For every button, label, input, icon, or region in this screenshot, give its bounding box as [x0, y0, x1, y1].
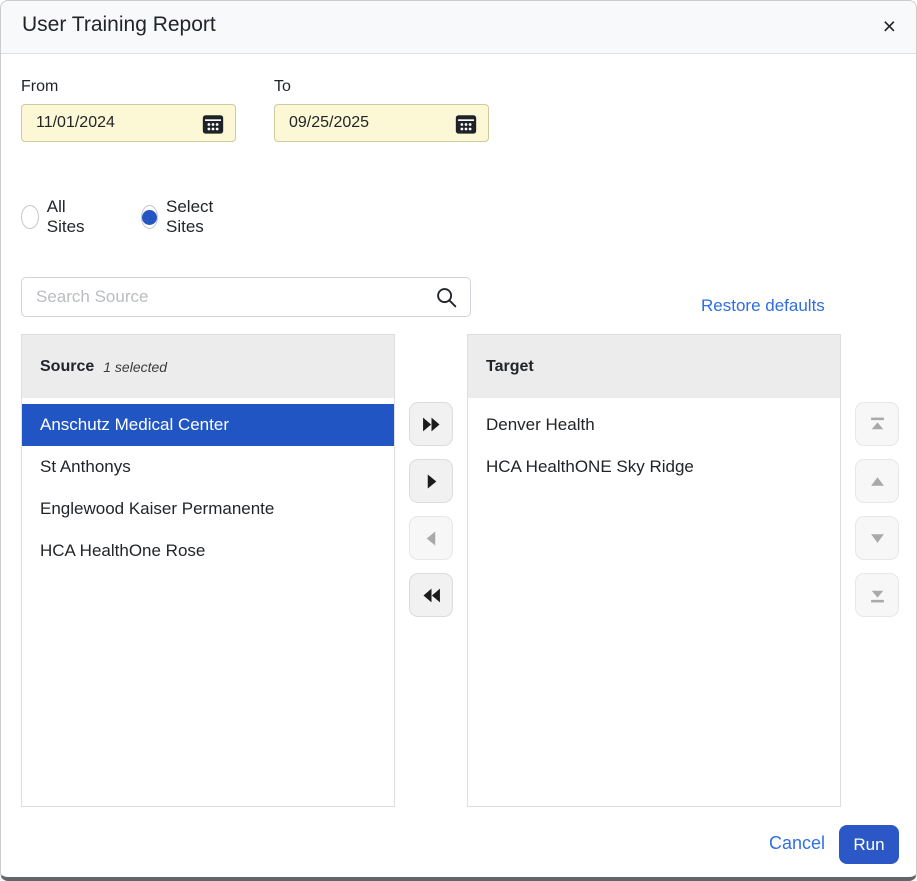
calendar-icon[interactable] — [455, 113, 477, 135]
to-label: To — [274, 78, 291, 96]
cancel-button[interactable]: Cancel — [769, 833, 825, 854]
list-item[interactable]: HCA HealthOne Rose — [22, 530, 394, 572]
source-panel: Source 1 selected Anschutz Medical Cente… — [21, 334, 395, 807]
from-label: From — [21, 78, 58, 96]
radio-circle-icon[interactable] — [21, 205, 39, 229]
radio-all-sites-label: All Sites — [47, 197, 91, 237]
list-item[interactable]: Englewood Kaiser Permanente — [22, 488, 394, 530]
move-all-left-button[interactable] — [409, 573, 453, 617]
move-to-bottom-button[interactable] — [855, 573, 899, 617]
target-panel-title: Target — [486, 358, 534, 376]
restore-defaults-link[interactable]: Restore defaults — [701, 296, 825, 316]
radio-circle-icon[interactable] — [141, 205, 158, 229]
move-down-button[interactable] — [855, 516, 899, 560]
target-panel: Target Denver Health HCA HealthONE Sky R… — [467, 334, 841, 807]
run-button[interactable]: Run — [839, 825, 899, 864]
radio-all-sites[interactable]: All Sites — [21, 197, 91, 237]
source-panel-header: Source 1 selected — [22, 335, 394, 401]
user-training-report-dialog: User Training Report × From To — [0, 0, 917, 881]
search-input[interactable] — [22, 278, 470, 316]
move-up-button[interactable] — [855, 459, 899, 503]
source-list: Anschutz Medical Center St Anthonys Engl… — [22, 404, 394, 806]
dialog-header: User Training Report × — [1, 1, 916, 54]
list-item[interactable]: HCA HealthONE Sky Ridge — [468, 446, 840, 488]
from-date-field[interactable] — [21, 104, 236, 142]
source-panel-title: Source — [40, 358, 94, 376]
move-all-right-button[interactable] — [409, 402, 453, 446]
radio-select-sites-label: Select Sites — [166, 197, 220, 237]
radio-select-sites[interactable]: Select Sites — [141, 197, 220, 237]
move-left-button[interactable] — [409, 516, 453, 560]
to-date-field[interactable] — [274, 104, 489, 142]
target-panel-header: Target — [468, 335, 840, 401]
close-icon[interactable]: × — [883, 12, 896, 40]
move-right-button[interactable] — [409, 459, 453, 503]
list-item[interactable]: Anschutz Medical Center — [22, 404, 394, 446]
search-icon[interactable] — [436, 287, 457, 308]
move-to-top-button[interactable] — [855, 402, 899, 446]
dialog-title: User Training Report — [22, 13, 216, 37]
target-list: Denver Health HCA HealthONE Sky Ridge — [468, 404, 840, 806]
source-selected-count: 1 selected — [103, 359, 167, 375]
list-item[interactable]: St Anthonys — [22, 446, 394, 488]
search-box — [21, 277, 471, 317]
calendar-icon[interactable] — [202, 113, 224, 135]
list-item[interactable]: Denver Health — [468, 404, 840, 446]
